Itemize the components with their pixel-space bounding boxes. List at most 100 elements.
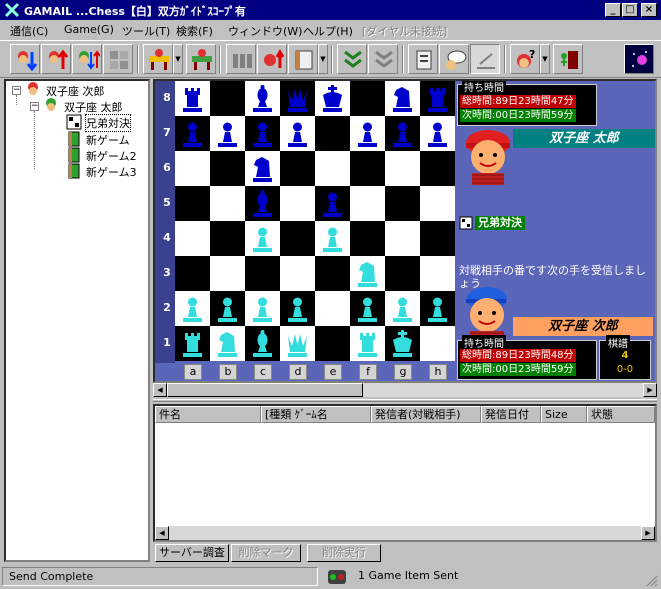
- black-queen-icon[interactable]: [282, 83, 313, 114]
- scroll-left-arrow-icon[interactable]: ◀: [153, 383, 167, 397]
- chess-board[interactable]: [175, 81, 455, 361]
- square-a7[interactable]: [175, 116, 210, 151]
- black-pawn-icon[interactable]: [212, 118, 243, 149]
- tree-expander[interactable]: −: [30, 102, 39, 111]
- square-h2[interactable]: [420, 291, 455, 326]
- square-e8[interactable]: [315, 81, 350, 116]
- document-button[interactable]: [408, 44, 438, 74]
- square-d3[interactable]: [280, 256, 315, 291]
- game-table-2-button[interactable]: [186, 44, 216, 74]
- square-c5[interactable]: [245, 186, 280, 221]
- square-d4[interactable]: [280, 221, 315, 256]
- white-rook-icon[interactable]: [177, 328, 208, 359]
- square-d8[interactable]: [280, 81, 315, 116]
- menu-search[interactable]: 検索(F): [176, 23, 213, 39]
- black-pawn-icon[interactable]: [387, 118, 418, 149]
- menu-tools[interactable]: ツール(T): [122, 23, 170, 39]
- square-f4[interactable]: [350, 221, 385, 256]
- square-a3[interactable]: [175, 256, 210, 291]
- black-bishop-icon[interactable]: [247, 83, 278, 114]
- square-g1[interactable]: [385, 326, 420, 361]
- mark-delete-button[interactable]: 削除マーク: [231, 544, 301, 562]
- square-e6[interactable]: [315, 151, 350, 186]
- square-g4[interactable]: [385, 221, 420, 256]
- square-b3[interactable]: [210, 256, 245, 291]
- black-knight-icon[interactable]: [247, 153, 278, 184]
- game-table-dropdown[interactable]: ▼: [173, 44, 183, 74]
- square-h1[interactable]: [420, 326, 455, 361]
- white-pawn-icon[interactable]: [352, 293, 383, 324]
- square-f1[interactable]: [350, 326, 385, 361]
- send-mail-button[interactable]: [41, 44, 71, 74]
- white-pawn-icon[interactable]: [317, 223, 348, 254]
- square-a8[interactable]: [175, 81, 210, 116]
- square-f2[interactable]: [350, 291, 385, 326]
- tree-list-2-button[interactable]: [368, 44, 398, 74]
- server-check-button[interactable]: サーバー調査: [155, 544, 229, 562]
- square-h8[interactable]: [420, 81, 455, 116]
- white-pawn-icon[interactable]: [212, 293, 243, 324]
- black-knight-icon[interactable]: [387, 83, 418, 114]
- square-b4[interactable]: [210, 221, 245, 256]
- square-a5[interactable]: [175, 186, 210, 221]
- square-c4[interactable]: [245, 221, 280, 256]
- black-pawn-icon[interactable]: [352, 118, 383, 149]
- close-button[interactable]: ×: [641, 3, 657, 17]
- black-king-icon[interactable]: [317, 83, 348, 114]
- square-h5[interactable]: [420, 186, 455, 221]
- square-g5[interactable]: [385, 186, 420, 221]
- square-c1[interactable]: [245, 326, 280, 361]
- square-b7[interactable]: [210, 116, 245, 151]
- white-queen-icon[interactable]: [282, 328, 313, 359]
- chat-button[interactable]: [439, 44, 469, 74]
- square-g2[interactable]: [385, 291, 420, 326]
- square-b5[interactable]: [210, 186, 245, 221]
- square-c3[interactable]: [245, 256, 280, 291]
- square-b6[interactable]: [210, 151, 245, 186]
- execute-delete-button[interactable]: 削除実行: [307, 544, 381, 562]
- white-bishop-icon[interactable]: [247, 328, 278, 359]
- menu-window[interactable]: ウィンドウ(W): [228, 23, 302, 39]
- column-header-subject[interactable]: 件名: [155, 406, 261, 423]
- player-up-button[interactable]: [257, 44, 287, 74]
- square-e3[interactable]: [315, 256, 350, 291]
- send-receive-button[interactable]: [72, 44, 102, 74]
- scroll-left-arrow-icon[interactable]: ◀: [155, 526, 169, 540]
- minimize-button[interactable]: _: [605, 3, 621, 17]
- black-pawn-icon[interactable]: [317, 188, 348, 219]
- help-dropdown[interactable]: ▼: [540, 44, 550, 74]
- square-e1[interactable]: [315, 326, 350, 361]
- pane-splitter[interactable]: [153, 399, 657, 402]
- game-table-button[interactable]: [143, 44, 173, 74]
- square-d6[interactable]: [280, 151, 315, 186]
- list-horizontal-scrollbar[interactable]: ◀ ▶: [155, 526, 655, 540]
- square-b8[interactable]: [210, 81, 245, 116]
- square-g3[interactable]: [385, 256, 420, 291]
- square-g8[interactable]: [385, 81, 420, 116]
- maximize-button[interactable]: □: [622, 3, 638, 17]
- white-pawn-icon[interactable]: [247, 223, 278, 254]
- square-g6[interactable]: [385, 151, 420, 186]
- square-f8[interactable]: [350, 81, 385, 116]
- square-c7[interactable]: [245, 116, 280, 151]
- square-f7[interactable]: [350, 116, 385, 151]
- tree-list-button[interactable]: [337, 44, 367, 74]
- menu-help[interactable]: ヘルプ(H): [303, 23, 353, 39]
- square-g7[interactable]: [385, 116, 420, 151]
- black-rook-icon[interactable]: [422, 83, 453, 114]
- exit-button[interactable]: [553, 44, 583, 74]
- menu-communication[interactable]: 通信(C): [10, 23, 48, 39]
- square-a6[interactable]: [175, 151, 210, 186]
- square-c6[interactable]: [245, 151, 280, 186]
- black-rook-icon[interactable]: [177, 83, 208, 114]
- square-d1[interactable]: [280, 326, 315, 361]
- square-e7[interactable]: [315, 116, 350, 151]
- square-a2[interactable]: [175, 291, 210, 326]
- square-d7[interactable]: [280, 116, 315, 151]
- square-d2[interactable]: [280, 291, 315, 326]
- white-pawn-icon[interactable]: [282, 293, 313, 324]
- square-c2[interactable]: [245, 291, 280, 326]
- square-h4[interactable]: [420, 221, 455, 256]
- white-pawn-icon[interactable]: [177, 293, 208, 324]
- square-b1[interactable]: [210, 326, 245, 361]
